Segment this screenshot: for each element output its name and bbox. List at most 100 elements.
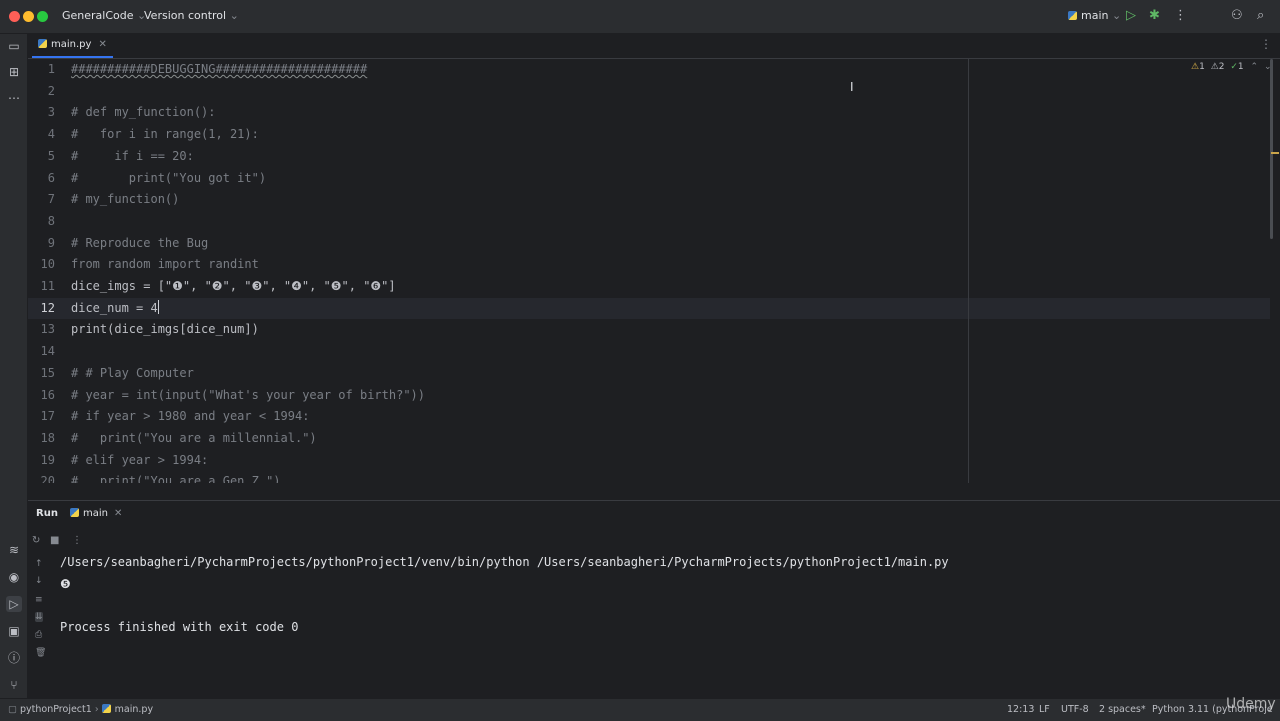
line-number[interactable]: 12 [28, 298, 55, 320]
file-encoding[interactable]: UTF-8 [1061, 704, 1089, 715]
chevron-up-icon[interactable]: ⌃ [1251, 62, 1259, 72]
code-line[interactable]: 14 [28, 341, 1270, 363]
code-line[interactable]: 19 # elif year > 1994: [28, 450, 1270, 472]
problems-icon[interactable]: ⓘ [6, 650, 22, 666]
trash-icon[interactable]: 🗑 [35, 648, 46, 658]
code-line[interactable]: 20 # print("You are a Gen Z.") [28, 471, 1270, 483]
line-number[interactable]: 16 [28, 385, 55, 407]
line-number[interactable]: 15 [28, 363, 55, 385]
line-number[interactable]: 4 [28, 124, 55, 146]
code-line[interactable]: 16 # year = int(input("What's your year o… [28, 385, 1270, 407]
line-number[interactable]: 2 [28, 81, 55, 103]
code-line[interactable]: 10 from random import randint [28, 254, 1270, 276]
code-text[interactable]: # elif year > 1994: [71, 450, 208, 472]
scroll-up-icon[interactable]: ↑ [35, 559, 43, 569]
breadcrumb-file[interactable]: main.py [115, 704, 153, 715]
structure-icon[interactable]: ⊞ [6, 64, 22, 80]
code-text[interactable]: print(dice_imgs[dice_num]) [71, 319, 259, 341]
project-selector[interactable]: GeneralCode ⌄ [62, 9, 146, 22]
code-line[interactable]: 2 [28, 81, 1270, 103]
scroll-down-icon[interactable]: ↓ [35, 576, 43, 586]
line-number[interactable]: 1 [28, 59, 55, 81]
breadcrumb-project[interactable]: pythonProject1 [20, 704, 92, 715]
code-line[interactable]: 7 # my_function() [28, 189, 1270, 211]
indent-setting[interactable]: 2 spaces* [1099, 704, 1146, 715]
run-icon[interactable]: ▷ [1126, 8, 1136, 23]
services-icon[interactable]: ◉ [6, 569, 22, 585]
line-number[interactable]: 17 [28, 406, 55, 428]
code-text[interactable]: # print("You are a millennial.") [71, 428, 317, 450]
code-text[interactable]: # Reproduce the Bug [71, 233, 208, 255]
close-window-button[interactable] [9, 11, 20, 22]
code-text[interactable]: # def my_function(): [71, 102, 216, 124]
project-folder-icon[interactable]: ▭ [6, 38, 22, 54]
code-text[interactable]: dice_imgs = ["❶", "❷", "❸", "❹", "❺", "❻… [71, 276, 396, 298]
code-line[interactable]: 5 # if i == 20: [28, 146, 1270, 168]
line-number[interactable]: 20 [28, 471, 55, 483]
run-more-icon[interactable]: ⋮ [72, 535, 82, 546]
code-text[interactable]: # print("You are a Gen Z.") [71, 471, 281, 483]
line-number[interactable]: 13 [28, 319, 55, 341]
editor-tab-main-py[interactable]: main.py ✕ [32, 34, 113, 58]
code-text[interactable]: # year = int(input("What's your year of … [71, 385, 425, 407]
minimize-window-button[interactable] [23, 11, 34, 22]
terminal-icon[interactable]: ▣ [6, 623, 22, 639]
debug-icon[interactable]: ✱ [1149, 8, 1160, 23]
code-line[interactable]: 11 dice_imgs = ["❶", "❷", "❸", "❹", "❺", … [28, 276, 1270, 298]
breadcrumb[interactable]: ▢ pythonProject1 › main.py [8, 704, 153, 715]
more-actions-icon[interactable]: ⋮ [1174, 8, 1187, 23]
run-config-selector[interactable]: main ⌄ [1068, 9, 1121, 22]
close-run-tab-icon[interactable]: ✕ [114, 508, 122, 519]
code-text[interactable]: ###########DEBUGGING####################… [71, 59, 367, 81]
code-text[interactable]: # my_function() [71, 189, 179, 211]
line-number[interactable]: 8 [28, 211, 55, 233]
run-config-tab[interactable]: main ✕ [70, 508, 122, 519]
line-number[interactable]: 14 [28, 341, 55, 363]
code-editor[interactable]: 20 # print("You are a Gen Z.") 19 # elif ye… [28, 59, 1280, 483]
line-number[interactable]: 11 [28, 276, 55, 298]
line-number[interactable]: 19 [28, 450, 55, 472]
line-number[interactable]: 7 [28, 189, 55, 211]
git-icon[interactable]: ⑂ [6, 677, 22, 693]
code-text[interactable]: # if i == 20: [71, 146, 194, 168]
code-line[interactable]: 9 # Reproduce the Bug [28, 233, 1270, 255]
line-number[interactable]: 10 [28, 254, 55, 276]
code-text[interactable]: from random import randint [71, 254, 259, 276]
code-text[interactable]: dice_num = 4 [71, 298, 159, 320]
run-tool-icon[interactable]: ▷ [6, 596, 22, 612]
rerun-icon[interactable]: ↻ [32, 535, 40, 546]
print-icon[interactable]: ⎙ [35, 630, 42, 640]
line-number[interactable]: 18 [28, 428, 55, 450]
more-tools-icon[interactable]: ⋯ [6, 90, 22, 106]
code-line[interactable]: 17 # if year > 1980 and year < 1994: [28, 406, 1270, 428]
line-number[interactable]: 9 [28, 233, 55, 255]
tab-options-icon[interactable]: ⋮ [1260, 37, 1272, 51]
search-icon[interactable]: ⌕ [1257, 8, 1264, 23]
caret-position[interactable]: 12:13 [1007, 704, 1034, 715]
line-number[interactable]: 6 [28, 168, 55, 190]
line-number[interactable]: 3 [28, 102, 55, 124]
code-line[interactable]: 13 print(dice_imgs[dice_num]) [28, 319, 1270, 341]
editor-scrollbar[interactable] [1270, 59, 1273, 239]
soft-wrap-icon[interactable]: ≡ [35, 595, 43, 605]
scroll-to-end-icon[interactable]: ⇊ [35, 612, 43, 622]
code-line[interactable]: 1 ###########DEBUGGING###################… [28, 59, 1270, 81]
code-line[interactable]: 8 [28, 211, 1270, 233]
stop-icon[interactable]: ■ [50, 535, 59, 546]
code-text[interactable]: # for i in range(1, 21): [71, 124, 259, 146]
account-icon[interactable]: ⚇ [1231, 8, 1243, 23]
code-text[interactable]: # if year > 1980 and year < 1994: [71, 406, 309, 428]
code-line[interactable]: 6 # print("You got it") [28, 168, 1270, 190]
code-text[interactable]: # # Play Computer [71, 363, 194, 385]
code-line[interactable]: 4 # for i in range(1, 21): [28, 124, 1270, 146]
inspection-widget[interactable]: ⚠1 ⚠2 ✓1 ⌃ ⌄ [1191, 62, 1272, 72]
line-ending[interactable]: LF [1039, 704, 1050, 715]
zoom-window-button[interactable] [37, 11, 48, 22]
code-line[interactable]: 18 # print("You are a millennial.") [28, 428, 1270, 450]
layers-icon[interactable]: ≋ [6, 542, 22, 558]
code-line[interactable]: 12 dice_num = 4 [28, 297, 1270, 320]
code-text[interactable]: # print("You got it") [71, 168, 266, 190]
code-line[interactable]: 3 # def my_function(): [28, 102, 1270, 124]
line-number[interactable]: 5 [28, 146, 55, 168]
code-line[interactable]: 15 # # Play Computer [28, 363, 1270, 385]
